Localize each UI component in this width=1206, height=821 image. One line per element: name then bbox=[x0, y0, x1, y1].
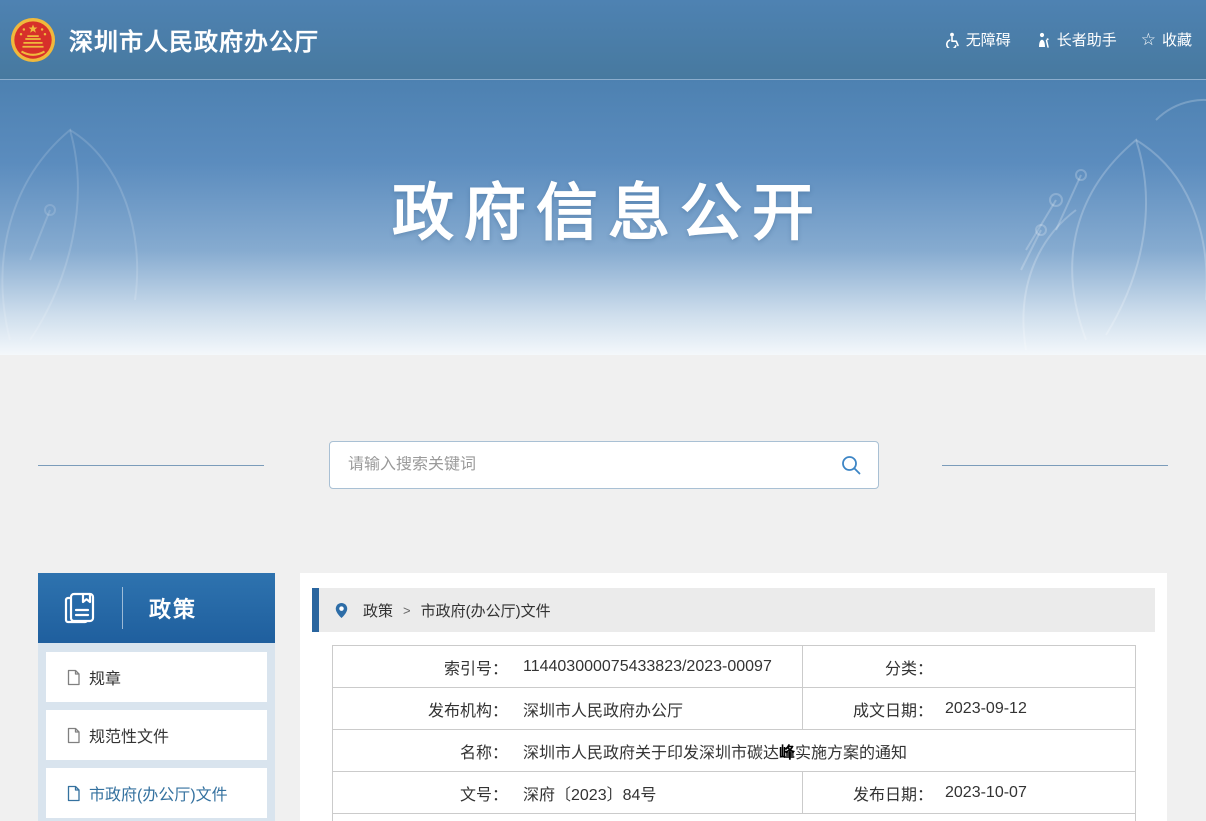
document-icon bbox=[66, 727, 81, 744]
breadcrumb-separator: > bbox=[403, 603, 411, 618]
topbar: 深圳市人民政府办公厅 无障碍 长者助手 ☆ 收藏 bbox=[0, 0, 1206, 80]
sidebar-title: 政策 bbox=[149, 592, 197, 624]
date-written-value: 2023-09-12 bbox=[945, 700, 1027, 718]
document-name-label: 名称： bbox=[333, 739, 508, 763]
location-pin-icon bbox=[334, 602, 349, 619]
table-row bbox=[333, 814, 1136, 821]
category-label: 分类： bbox=[803, 655, 933, 679]
home-link[interactable]: 深圳市人民政府办公厅 bbox=[10, 17, 319, 63]
decorative-line-left bbox=[38, 465, 264, 466]
index-number-value: 114403000075433823/2023-00097 bbox=[523, 658, 772, 676]
sidebar-item-regulations[interactable]: 规章 bbox=[46, 652, 267, 702]
search-icon bbox=[840, 454, 862, 476]
document-icon bbox=[66, 669, 81, 686]
breadcrumb: 政策 > 市政府(办公厅)文件 bbox=[312, 588, 1155, 632]
document-name-value: 深圳市人民政府关于印发深圳市碳达峰实施方案的通知 bbox=[523, 739, 907, 763]
elder-assistant-link[interactable]: 长者助手 bbox=[1035, 29, 1117, 50]
sidebar-item-normative-documents[interactable]: 规范性文件 bbox=[46, 710, 267, 760]
document-icon bbox=[66, 785, 81, 802]
document-metadata-table: 索引号： 114403000075433823/2023-00097 分类： 发… bbox=[332, 645, 1136, 821]
issuing-agency-label: 发布机构： bbox=[333, 697, 508, 721]
sidebar-header: 政策 bbox=[38, 573, 275, 643]
accessibility-label: 无障碍 bbox=[966, 29, 1011, 50]
issuing-agency-value: 深圳市人民政府办公厅 bbox=[523, 697, 683, 721]
document-number-value: 深府〔2023〕84号 bbox=[523, 781, 656, 805]
table-row: 发布机构： 深圳市人民政府办公厅 成文日期： 2023-09-12 bbox=[333, 688, 1136, 730]
page-title: 政府信息公开 bbox=[0, 162, 1206, 252]
elder-assistant-icon bbox=[1035, 32, 1051, 48]
search-button[interactable] bbox=[840, 454, 862, 476]
header-divider bbox=[122, 587, 123, 629]
table-row: 文号： 深府〔2023〕84号 发布日期： 2023-10-07 bbox=[333, 772, 1136, 814]
sidebar-item-label: 规范性文件 bbox=[89, 723, 169, 747]
sidebar-menu: 规章 规范性文件 市政府(办公厅)文件 bbox=[38, 643, 275, 821]
sidebar-item-label: 规章 bbox=[89, 665, 121, 689]
document-number-label: 文号： bbox=[333, 781, 508, 805]
document-name-highlight: 峰 bbox=[779, 745, 795, 762]
favorite-label: 收藏 bbox=[1162, 29, 1192, 50]
banner: 政府信息公开 bbox=[0, 80, 1206, 355]
document-name-part: 实施方案的通知 bbox=[795, 745, 907, 762]
table-row: 名称： 深圳市人民政府关于印发深圳市碳达峰实施方案的通知 bbox=[333, 730, 1136, 772]
sidebar-item-municipal-government-documents[interactable]: 市政府(办公厅)文件 bbox=[46, 768, 267, 818]
search-box bbox=[329, 441, 879, 489]
search-row bbox=[0, 355, 1206, 489]
date-published-label: 发布日期： bbox=[803, 781, 933, 805]
content-area: 政策 规章 规范性文件 bbox=[0, 573, 1206, 821]
date-published-value: 2023-10-07 bbox=[945, 784, 1027, 802]
sidebar: 政策 规章 规范性文件 bbox=[38, 573, 275, 821]
table-row: 索引号： 114403000075433823/2023-00097 分类： bbox=[333, 646, 1136, 688]
accessibility-link[interactable]: 无障碍 bbox=[944, 29, 1011, 50]
breadcrumb-current: 市政府(办公厅)文件 bbox=[421, 600, 551, 621]
policy-book-icon bbox=[60, 588, 100, 628]
search-input[interactable] bbox=[348, 456, 840, 474]
star-icon: ☆ bbox=[1141, 31, 1156, 48]
date-written-label: 成文日期： bbox=[803, 697, 933, 721]
favorite-link[interactable]: ☆ 收藏 bbox=[1141, 29, 1192, 50]
national-emblem-logo bbox=[10, 17, 56, 63]
topbar-links: 无障碍 长者助手 ☆ 收藏 bbox=[944, 29, 1192, 50]
elder-assistant-label: 长者助手 bbox=[1057, 29, 1117, 50]
decorative-line-right bbox=[942, 465, 1168, 466]
document-name-part: 深圳市人民政府关于印发深圳市碳达 bbox=[523, 745, 779, 762]
breadcrumb-policy-link[interactable]: 政策 bbox=[363, 600, 393, 621]
index-number-label: 索引号： bbox=[333, 655, 508, 679]
accessibility-icon bbox=[944, 32, 960, 48]
sidebar-item-label: 市政府(办公厅)文件 bbox=[89, 781, 228, 805]
main-panel: 政策 > 市政府(办公厅)文件 索引号： 114403000075433823/… bbox=[300, 573, 1167, 821]
site-title: 深圳市人民政府办公厅 bbox=[69, 22, 319, 57]
